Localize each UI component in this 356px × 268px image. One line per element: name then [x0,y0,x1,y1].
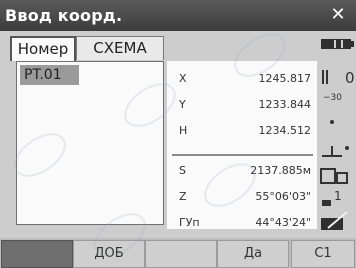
add-button[interactable]: ДОБ [73,240,145,268]
softkey-3[interactable] [145,240,217,268]
battery-icon [321,39,354,49]
tab-scheme[interactable]: СХЕМА [76,36,164,60]
tilt-icon [322,146,349,157]
page-indicator: 1 [322,189,342,206]
label-z: Z [179,190,187,203]
row-h: H 1234.512 [167,120,317,142]
value-hz: 44°43'24" [255,216,311,229]
title-bar: Ввод коорд. ✕ [0,0,356,31]
dot-indicator [330,120,334,124]
label-h: H [179,124,188,137]
input-mode-icon [321,211,348,230]
value-x: 1245.817 [258,72,312,85]
page-c1-button[interactable]: С1 [291,240,355,268]
row-hz: ГУп 44°43'24" [167,212,317,234]
label-s: S [179,164,186,177]
label-y: Y [179,98,186,111]
status-column: 0 −30 1 [320,36,356,232]
row-y: Y 1233.844 [167,94,317,116]
row-s: S 2137.885м [167,160,317,182]
target-symbol: 0 [345,69,355,87]
coordinate-readout: X 1245.817 Y 1233.844 H 1234.512 S 2137.… [167,61,317,229]
point-list[interactable]: PT.01 [16,61,164,225]
divider [172,154,313,156]
softkey-bar: ДОБ Да С1 [0,238,356,268]
row-x: X 1245.817 [167,68,317,90]
laser-icon [320,168,348,184]
list-item[interactable]: PT.01 [20,65,79,85]
value-z: 55°06'03" [255,190,311,203]
close-icon[interactable]: ✕ [328,5,348,25]
row-z: Z 55°06'03" [167,186,317,208]
tab-number[interactable]: Номер [10,36,76,61]
label-hz: ГУп [179,216,200,229]
page-number: 1 [334,189,342,203]
prism-target-icon: 0 [322,69,355,87]
label-x: X [179,72,187,85]
value-s: 2137.885м [250,164,311,177]
softkey-1[interactable] [1,240,73,268]
window-title: Ввод коорд. [5,6,123,25]
yes-button[interactable]: Да [217,240,289,268]
prism-constant: −30 [323,93,342,103]
value-y: 1233.844 [258,98,312,111]
value-h: 1234.512 [258,124,312,137]
